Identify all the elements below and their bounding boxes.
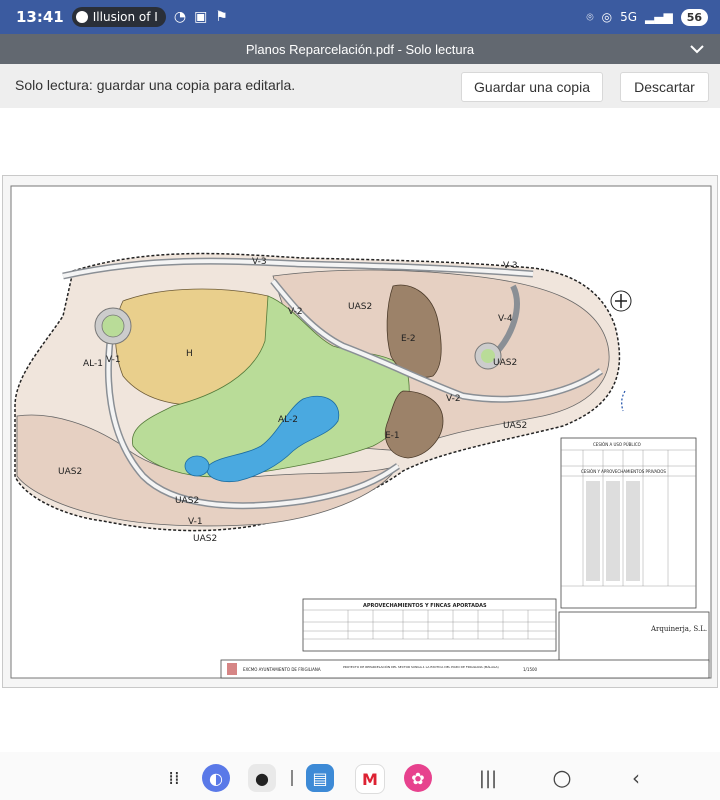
zone-label: V-2	[446, 394, 461, 404]
zone-label: UAS2	[503, 421, 527, 431]
zone-label: UAS2	[58, 467, 82, 477]
zone-label: AL-2	[278, 415, 298, 425]
side-table-title: CESIÓN A USO PÚBLICO	[593, 442, 641, 447]
zone-label: V-2	[288, 307, 303, 317]
media-playing-pill[interactable]: Illusion of I	[71, 7, 166, 27]
zone-label: UAS2	[348, 302, 372, 312]
back-icon[interactable]: ‹	[622, 764, 650, 792]
apps-grid-icon[interactable]: ⁞⁞	[160, 764, 188, 792]
save-copy-button[interactable]: Guardar una copia	[461, 72, 603, 102]
flag-icon: ⚑	[215, 9, 228, 25]
document-title-bar[interactable]: Planos Reparcelación.pdf - Solo lectura	[0, 34, 720, 64]
zone-label: V-1	[188, 517, 203, 527]
system-nav-bar: ⁞⁞ ◐ ● ▤ M ✿ ||| ○ ‹	[0, 752, 720, 800]
side-table-subtitle: CESIÓN Y APROVECHAMIENTOS PRIVADOS	[581, 469, 666, 474]
media-title: Illusion of I	[92, 10, 158, 24]
zone-label: E-2	[401, 334, 416, 344]
zone-label: UAS2	[493, 358, 517, 368]
pdf-page[interactable]: V-3 V-3 V-2 V-4 V-2 V-1 V-1 AL-1 AL-2 E-…	[2, 175, 718, 688]
status-bar: 13:41 Illusion of I ◔ ▣ ⚑ ⌾ ◎ 5G ▂▄▆ 56	[0, 0, 720, 34]
hotspot-icon: ◎	[601, 10, 613, 24]
files-app-icon[interactable]: ▤	[306, 764, 334, 792]
whatsapp-icon: ◔	[173, 9, 187, 25]
screenshot-icon: ▣	[194, 9, 208, 25]
plan-scale: 1/1500	[523, 667, 538, 672]
zone-label: V-3	[252, 257, 267, 267]
clock: 13:41	[16, 8, 64, 26]
discard-button[interactable]: Descartar	[620, 72, 709, 102]
zone-label: UAS2	[175, 496, 199, 506]
table-title: APROVECHAMIENTOS Y FINCAS APORTADAS	[363, 603, 487, 609]
battery-indicator: 56	[680, 8, 708, 26]
dock-divider	[291, 770, 293, 786]
zone-label: V-1	[106, 355, 121, 365]
site-plan-drawing: V-3 V-3 V-2 V-4 V-2 V-1 V-1 AL-1 AL-2 E-…	[10, 185, 712, 679]
browser-app-icon[interactable]: ◐	[202, 764, 230, 792]
spotify-icon	[75, 11, 88, 23]
gmail-app-icon[interactable]: M	[355, 764, 385, 794]
company-name: Arquinerja, S.L.	[650, 625, 707, 633]
zone-label: H	[186, 349, 193, 359]
signal-icon: ▂▄▆	[645, 10, 673, 24]
network-type: 5G	[620, 10, 637, 24]
readonly-banner: Solo lectura: guardar una copia para edi…	[0, 64, 720, 108]
footer-authority: EXCMO AYUNTAMIENTO DE FRIGILIANA	[243, 667, 321, 672]
zone-label: UAS2	[193, 534, 217, 544]
zone-label: V-3	[503, 261, 518, 271]
footer-project: PROYECTO DE REPARCELACIÓN DEL SECTOR SUN…	[343, 664, 499, 669]
zone-label: E-1	[385, 431, 400, 441]
chevron-down-icon[interactable]	[688, 40, 706, 58]
recents-icon[interactable]: |||	[474, 764, 502, 792]
status-right: ⌾ ◎ 5G ▂▄▆ 56	[586, 0, 708, 34]
zone-label: AL-1	[83, 359, 103, 369]
home-icon[interactable]: ○	[548, 764, 576, 792]
battery-level: 56	[686, 10, 702, 24]
gallery-app-icon[interactable]: ✿	[404, 764, 432, 792]
location-icon: ⌾	[586, 9, 594, 24]
document-title: Planos Reparcelación.pdf - Solo lectura	[245, 41, 475, 57]
camera-app-icon[interactable]: ●	[248, 764, 276, 792]
readonly-message: Solo lectura: guardar una copia para edi…	[15, 77, 296, 93]
zone-label: V-4	[498, 314, 513, 324]
